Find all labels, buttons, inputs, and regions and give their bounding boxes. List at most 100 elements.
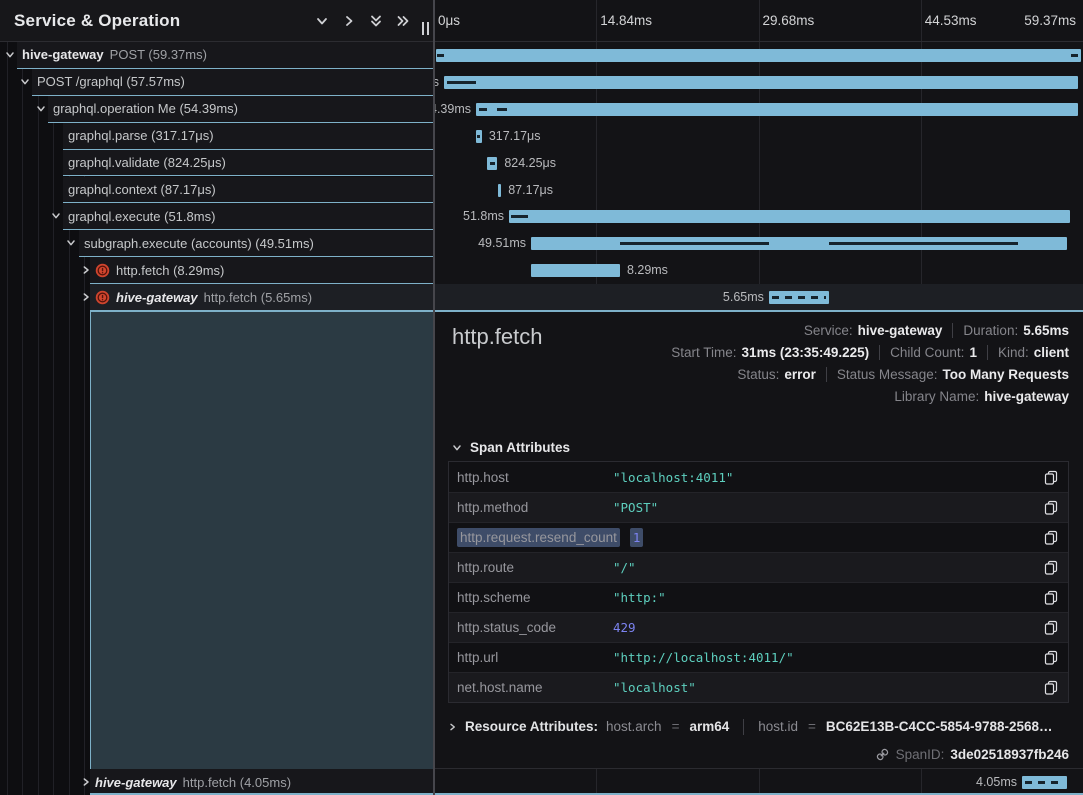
attribute-value: 429 [613, 620, 636, 635]
span-service: hive-gateway [116, 290, 198, 305]
error-icon [95, 263, 110, 278]
span-bar[interactable] [436, 49, 1081, 62]
span-bar[interactable] [769, 291, 829, 304]
resource-value: BC62E13B-C4CC-5854-9788-2568… [826, 719, 1053, 734]
timeline-header: 0μs 14.84ms 29.68ms 44.53ms 59.37ms [434, 0, 1083, 42]
timeline-row: 8.29ms [434, 257, 1083, 284]
tree-row[interactable]: graphql.context (87.17μs) [0, 177, 434, 204]
panel-title: Service & Operation [14, 11, 180, 31]
tree-row[interactable]: graphql.operation Me (54.39ms) [0, 96, 434, 123]
error-icon [95, 290, 110, 305]
chevron-down-icon[interactable] [20, 77, 30, 87]
attribute-key: http.route [457, 560, 603, 575]
span-bar[interactable] [531, 237, 1067, 250]
expand-one-icon[interactable] [342, 14, 356, 28]
span-bar[interactable] [476, 103, 1078, 116]
tick-label: 59.37ms [1024, 13, 1076, 28]
attribute-key: http.host [457, 470, 603, 485]
collapse-one-icon[interactable] [315, 14, 329, 28]
timeline-row: 49.51ms [434, 230, 1083, 257]
tree-row[interactable]: graphql.validate (824.25μs) [0, 150, 434, 177]
span-duration-label: 49.51ms [478, 236, 526, 250]
timeline-row: 51.8ms [434, 203, 1083, 230]
attribute-key: http.url [457, 650, 603, 665]
span-bar[interactable] [509, 210, 1070, 223]
copy-button[interactable] [1044, 530, 1058, 545]
meta-value: 1 [969, 345, 977, 360]
tree-row[interactable]: graphql.parse (317.17μs) [0, 123, 434, 150]
attribute-row: http.url "http://localhost:4011/" [449, 642, 1068, 672]
attribute-row-selected: http.request.resend_count1 [449, 522, 1068, 552]
copy-button[interactable] [1044, 650, 1058, 665]
copy-button[interactable] [1044, 620, 1058, 635]
span-label: subgraph.execute (accounts) (49.51ms) [84, 236, 314, 251]
tick-label: 0μs [438, 13, 460, 28]
span-duration-label: 51.8ms [463, 209, 504, 223]
span-bar[interactable] [487, 157, 497, 170]
span-bar[interactable] [444, 76, 1078, 89]
resource-value: arm64 [689, 719, 729, 734]
span-duration-label: 4.05ms [976, 775, 1017, 789]
span-bar[interactable] [1022, 776, 1067, 789]
tree-row[interactable]: http.fetch (8.29ms) [0, 257, 434, 284]
chevron-down-icon[interactable] [5, 50, 15, 60]
panel-divider[interactable] [433, 0, 435, 795]
attribute-row: http.status_code429 [449, 612, 1068, 642]
span-bar[interactable] [498, 184, 501, 197]
copy-button[interactable] [1044, 590, 1058, 605]
meta-label: Duration: [963, 323, 1018, 338]
meta-value: client [1034, 345, 1069, 360]
span-detail-title: http.fetch [452, 324, 543, 350]
meta-value: hive-gateway [858, 323, 943, 338]
resource-attributes-row[interactable]: Resource Attributes: host.arch=arm64 hos… [448, 712, 1069, 741]
meta-value: hive-gateway [984, 389, 1069, 404]
copy-button[interactable] [1044, 470, 1058, 485]
chevron-down-icon[interactable] [36, 104, 46, 114]
attribute-value: "/" [613, 560, 636, 575]
timeline-row: 317.17μs [434, 123, 1083, 150]
attribute-value: "http://localhost:4011/" [613, 650, 794, 665]
span-duration-label: 317.17μs [489, 129, 541, 143]
tree-row[interactable]: POST /graphql (57.57ms) [0, 69, 434, 96]
copy-button[interactable] [1044, 680, 1058, 695]
spanid-value: 3de02518937fb246 [950, 747, 1069, 762]
span-label: graphql.parse (317.17μs) [68, 128, 214, 143]
span-bar[interactable] [531, 264, 620, 277]
tree-row[interactable]: hive-gatewayPOST (59.37ms) [0, 42, 434, 69]
expand-all-icon[interactable] [396, 14, 410, 28]
span-label: graphql.execute (51.8ms) [68, 209, 215, 224]
copy-button[interactable] [1044, 560, 1058, 575]
span-duration-label: 824.25μs [504, 156, 556, 170]
span-label: http.fetch (4.05ms) [183, 775, 291, 790]
attribute-row: http.scheme"http:" [449, 582, 1068, 612]
attribute-value: 1 [630, 528, 644, 547]
tree-row[interactable]: hive-gateway http.fetch (4.05ms) [0, 769, 434, 795]
tree-row[interactable]: subgraph.execute (accounts) (49.51ms) [0, 230, 434, 257]
copy-button[interactable] [1044, 500, 1058, 515]
resource-attributes-title: Resource Attributes: [465, 719, 598, 734]
attribute-value: "localhost:4011" [613, 470, 733, 485]
meta-value: 31ms (23:35:49.225) [742, 345, 870, 360]
span-bar[interactable] [476, 130, 482, 143]
span-duration-label: 5.65ms [723, 290, 764, 304]
link-icon[interactable] [875, 747, 890, 762]
tick-label: 44.53ms [925, 13, 977, 28]
span-duration-label: 8.29ms [627, 263, 668, 277]
span-label: http.fetch (8.29ms) [116, 263, 224, 278]
attribute-value: "localhost" [613, 680, 696, 695]
chevron-down-icon[interactable] [51, 211, 61, 221]
panel-resize-handle[interactable] [422, 22, 429, 35]
attribute-row: http.host "localhost:4011" [449, 462, 1068, 492]
trace-viewer: Service & Operation hive-gatewayPOST (59… [0, 0, 1083, 795]
collapse-all-icon[interactable] [369, 14, 383, 28]
tree-row[interactable]: graphql.execute (51.8ms) [0, 203, 434, 230]
chevron-down-icon [452, 443, 462, 453]
meta-label: Service: [804, 323, 853, 338]
span-service: hive-gateway [95, 775, 177, 790]
attribute-value: "http:" [613, 590, 666, 605]
timeline-row: 87.17μs [434, 177, 1083, 204]
span-attributes-header[interactable]: Span Attributes [452, 440, 570, 455]
tree-row-selected[interactable]: hive-gateway http.fetch (5.65ms) [0, 284, 434, 311]
spanid-label: SpanID: [896, 747, 945, 762]
chevron-down-icon[interactable] [66, 238, 76, 248]
